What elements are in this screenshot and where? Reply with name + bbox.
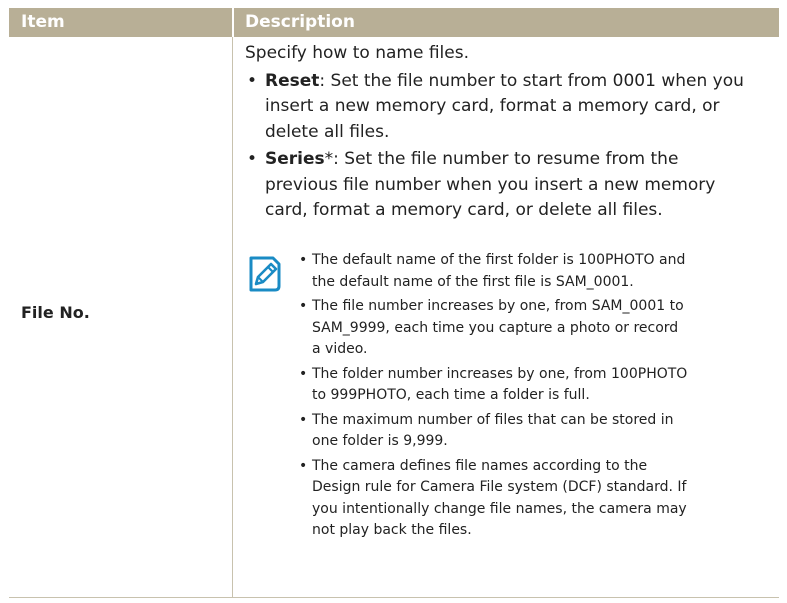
note-dot: •: [299, 298, 308, 314]
column-divider: [232, 37, 233, 597]
note-line: one folder is 9,999.: [312, 433, 448, 449]
note-dot: •: [299, 252, 308, 268]
bullet-term: Reset: [265, 70, 320, 91]
note-line: The default name of the first folder is …: [312, 252, 686, 268]
bullet-dot: •: [247, 149, 258, 169]
bullet-dot: •: [247, 70, 258, 91]
note-line: The maximum number of files that can be …: [312, 411, 674, 428]
table-bottom-rule: [9, 597, 779, 598]
note-item: • The folder number increases by one, fr…: [299, 364, 775, 407]
table-header: Item Description: [9, 8, 779, 37]
note-item: • The default name of the first folder i…: [299, 250, 775, 293]
note-pencil-icon: [247, 255, 283, 293]
header-item-label: Item: [21, 12, 65, 32]
bullet-line: previous file number when you insert a n…: [265, 174, 716, 195]
bullet-line: card, format a memory card, or delete al…: [265, 200, 663, 220]
bullet-first-line: Series*: Set the file number to resume f…: [265, 147, 775, 173]
bullet-term: Series: [265, 149, 325, 169]
row-description: Specify how to name files. • Reset: Set …: [245, 41, 775, 226]
description-intro: Specify how to name files.: [245, 43, 469, 63]
note-line: The file number increases by one, from S…: [312, 298, 684, 314]
note-list: • The default name of the first folder i…: [299, 250, 775, 545]
bullet-term-suffix: *:: [324, 149, 339, 169]
note-dot: •: [299, 411, 308, 428]
bullet-line-text: Set the file number to start from 0001 w…: [325, 70, 744, 91]
note-line: not play back the files.: [312, 522, 472, 538]
note-line: The folder number increases by one, from…: [312, 365, 688, 382]
note-line: the default name of the first file is SA…: [312, 273, 634, 290]
row-item-label: File No.: [21, 303, 90, 322]
note-line: SAM_9999, each time you capture a photo …: [312, 319, 679, 336]
note-item: • The file number increases by one, from…: [299, 296, 775, 361]
note-line: you intentionally change file names, the…: [312, 500, 687, 517]
note-line: Design rule for Camera File system (DCF)…: [312, 479, 687, 495]
header-divider: [232, 8, 234, 37]
note-dot: •: [299, 365, 308, 382]
note-line: to 999PHOTO, each time a folder is full.: [312, 387, 590, 403]
bullet-line: delete all files.: [265, 121, 390, 142]
bullet-first-line: Reset: Set the file number to start from…: [265, 69, 775, 95]
bullet-line-text: Set the file number to resume from the: [338, 149, 679, 169]
bullet-series: • Series*: Set the file number to resume…: [245, 147, 775, 224]
note-dot: •: [299, 457, 308, 474]
note-item: • The camera defines file names accordin…: [299, 456, 775, 542]
note-line: a video.: [312, 341, 368, 357]
header-description-label: Description: [245, 12, 355, 32]
note-line: The camera defines file names according …: [312, 457, 648, 474]
bullet-reset: • Reset: Set the file number to start fr…: [245, 69, 775, 146]
manual-page: Item Description File No. Specify how to…: [0, 0, 787, 603]
note-item: • The maximum number of files that can b…: [299, 410, 775, 453]
bullet-line: insert a new memory card, format a memor…: [265, 96, 720, 116]
